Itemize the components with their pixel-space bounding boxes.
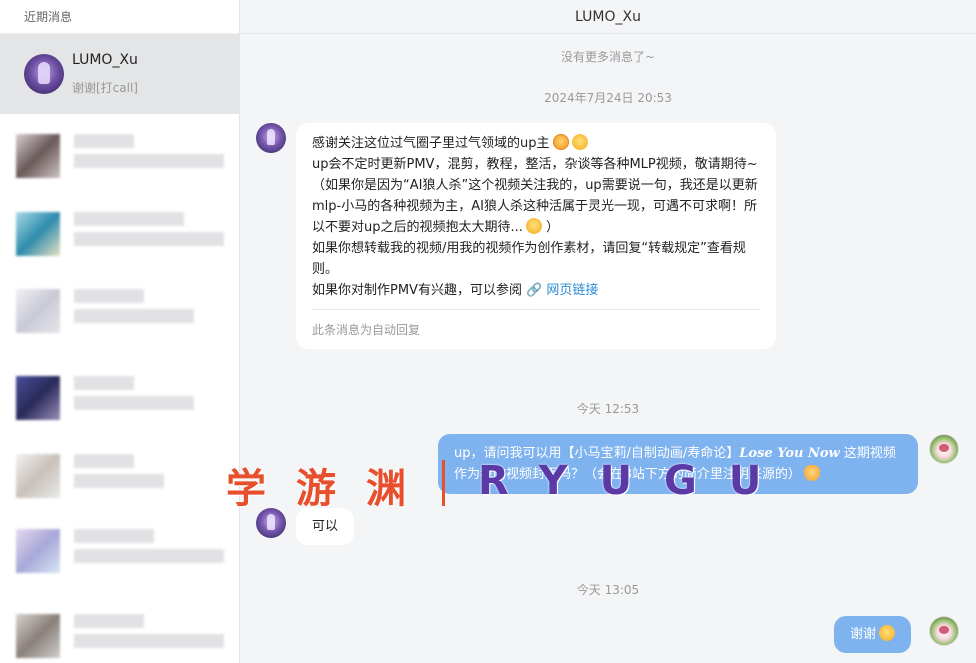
- conversation-item-active[interactable]: LUMO_Xu 谢谢[打call]: [0, 34, 239, 114]
- chat-title: LUMO_Xu: [240, 0, 976, 34]
- message-italic-text: Lose You Now: [739, 446, 840, 461]
- message-bubble-incoming: 可以: [296, 508, 355, 545]
- conversation-item[interactable]: [16, 525, 226, 589]
- heart-face-emoji-icon: [552, 134, 569, 150]
- message-line: ）: [546, 220, 560, 235]
- message-line: 如果你想转载我的视频/用我的视频作为创作素材，请回复“转载规定”查看规则。: [312, 241, 746, 277]
- message-bubble-outgoing: 谢谢: [834, 616, 912, 653]
- conversation-name: LUMO_Xu: [72, 52, 138, 68]
- sweat-face-emoji-icon: [525, 218, 542, 234]
- screaming-face-emoji-icon: [879, 625, 896, 641]
- avatar: [24, 54, 64, 94]
- sidebar-header: 近期消息: [0, 0, 239, 34]
- auto-reply-note: 此条消息为自动回复: [312, 309, 760, 341]
- message-text: 谢谢: [850, 627, 877, 642]
- conversation-item[interactable]: [16, 130, 226, 194]
- conversation-item[interactable]: [16, 450, 226, 514]
- message-bubble-outgoing: up，请问我可以用【小马宝莉/自制动画/寿命论】Lose You Now 这期视…: [438, 434, 918, 494]
- message-text: 可以: [312, 519, 339, 534]
- conversation-item[interactable]: [16, 372, 226, 436]
- avatar[interactable]: [256, 508, 286, 538]
- screaming-face-emoji-icon: [571, 134, 588, 150]
- timestamp: 今天 12:53: [576, 402, 640, 416]
- avatar[interactable]: [256, 123, 286, 153]
- sidebar: 近期消息 LUMO_Xu 谢谢[打call]: [0, 0, 240, 663]
- message-line: up会不定时更新PMV，混剪，教程，整活，杂谈等各种MLP视频，敬请期待~: [312, 157, 758, 172]
- app-window: 近期消息 LUMO_Xu 谢谢[打call] LUMO_Xu 没有更多消息了~ …: [0, 0, 976, 663]
- message-text: up，请问我可以用【小马宝莉/自制动画/寿命论】: [454, 446, 740, 461]
- chat-panel: LUMO_Xu 没有更多消息了~ 2024年7月24日 20:53 感谢关注这位…: [240, 0, 976, 663]
- message-line: 如果你对制作PMV有兴趣，可以参阅: [312, 283, 522, 298]
- avatar[interactable]: [929, 434, 959, 464]
- timestamp: 今天 13:05: [576, 583, 640, 597]
- conversation-item[interactable]: [16, 285, 226, 349]
- avatar[interactable]: [929, 616, 959, 646]
- no-more-messages: 没有更多消息了~: [560, 50, 656, 64]
- timestamp: 2024年7月24日 20:53: [544, 91, 672, 105]
- message-bubble-incoming: 感谢关注这位过气圈子里过气领域的up主 up会不定时更新PMV，混剪，教程，整活…: [296, 123, 776, 349]
- conversation-preview: 谢谢[打call]: [72, 81, 138, 95]
- message-line: 感谢关注这位过气圈子里过气领域的up主: [312, 136, 550, 151]
- conversation-item[interactable]: [16, 208, 226, 272]
- conversation-item[interactable]: [16, 610, 226, 663]
- web-link[interactable]: 🔗 网页链接: [526, 283, 598, 298]
- cat-emoji-icon: [803, 465, 820, 481]
